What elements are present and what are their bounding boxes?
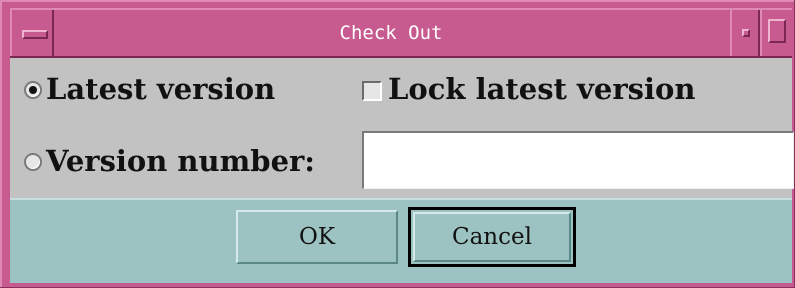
frame-highlight-top [0,0,795,2]
lock-latest-version-checkbox[interactable] [362,81,382,101]
latest-version-radio[interactable] [24,81,42,99]
cancel-button[interactable]: Cancel [408,207,576,267]
maximize-button[interactable] [760,10,792,56]
button-bar: OK Cancel [10,198,792,283]
latest-version-label[interactable]: Latest version [46,72,275,106]
version-number-radio[interactable] [24,153,42,171]
minimize-icon [742,29,750,37]
window-menu-button[interactable] [10,10,54,56]
lock-latest-version-label[interactable]: Lock latest version [388,72,695,106]
window-menu-icon [22,30,48,39]
window-title: Check Out [339,22,443,44]
ok-button-label: OK [298,224,336,250]
cancel-button-label: Cancel [452,224,532,250]
maximize-icon [768,19,786,43]
options-panel: Latest version Lock latest version Versi… [10,58,794,198]
ok-button[interactable]: OK [236,210,398,264]
cancel-button-face: Cancel [413,212,571,262]
version-number-input[interactable] [362,131,794,189]
version-number-label[interactable]: Version number: [46,144,315,178]
minimize-button[interactable] [730,10,760,56]
title-bar[interactable]: Check Out [10,8,792,58]
frame-highlight-left [0,0,2,288]
